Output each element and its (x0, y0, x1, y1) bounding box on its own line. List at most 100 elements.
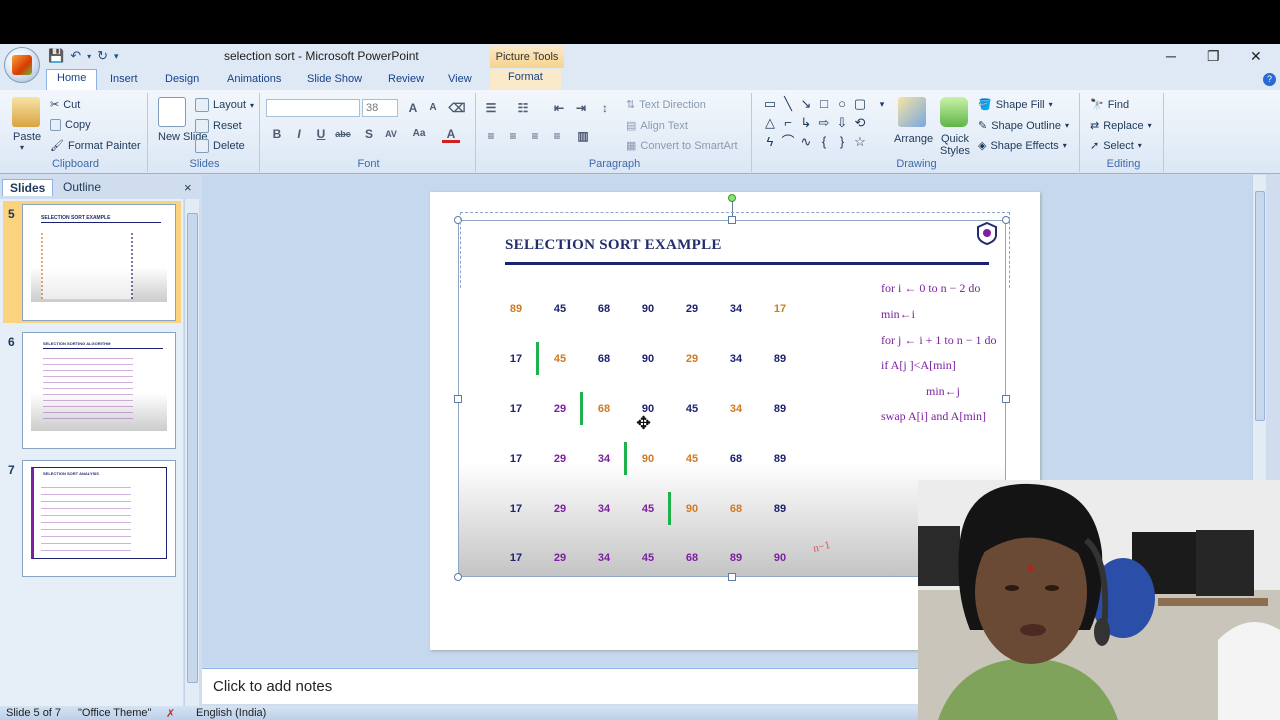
tab-review[interactable]: Review (388, 71, 424, 87)
minimize-button[interactable]: ─ (1166, 48, 1176, 64)
layout-button[interactable]: Layout ▾ (195, 98, 254, 112)
align-text-button[interactable]: ▤ Align Text (626, 119, 688, 133)
shape-outline-button[interactable]: ✎ Shape Outline ▾ (978, 119, 1069, 133)
strikethrough-button[interactable]: abc (334, 125, 352, 143)
bold-button[interactable]: B (268, 125, 286, 143)
resize-handle-w[interactable] (454, 395, 462, 403)
justify-icon[interactable]: ≡ (548, 127, 566, 145)
tab-design[interactable]: Design (165, 71, 199, 87)
increase-indent-icon[interactable]: ⇥ (572, 99, 590, 117)
shapes-more-icon[interactable]: ▾ (874, 96, 890, 112)
tab-home[interactable]: Home (46, 69, 98, 91)
convert-smartart-button[interactable]: ▦ Convert to SmartArt (626, 139, 738, 153)
office-button[interactable] (4, 47, 40, 83)
resize-handle-ne[interactable] (1002, 216, 1010, 224)
curve-shape-icon[interactable]: ∿ (798, 134, 814, 150)
format-painter-button[interactable]: 🖌 Format Painter (50, 139, 141, 153)
spell-check-icon[interactable]: ✗ (166, 707, 175, 720)
clear-format-icon[interactable]: ⌫ (448, 99, 466, 117)
thumbnail-scrollbar[interactable] (184, 199, 199, 708)
resize-handle-sw[interactable] (454, 573, 462, 581)
tab-outline[interactable]: Outline (56, 179, 108, 195)
cut-button[interactable]: ✂ Cut (50, 98, 81, 112)
help-icon[interactable]: ? (1263, 73, 1276, 86)
find-button[interactable]: 🔭 Find (1090, 98, 1129, 112)
line-shape-icon[interactable]: ╲ (780, 96, 796, 112)
textbox-shape-icon[interactable]: ▭ (762, 96, 778, 112)
decrease-indent-icon[interactable]: ⇤ (550, 99, 568, 117)
char-spacing-button[interactable]: AV (382, 125, 400, 143)
elbow-shape-icon[interactable]: ⌐ (780, 115, 796, 131)
save-icon[interactable]: 💾 (48, 48, 64, 64)
tab-view[interactable]: View (448, 71, 472, 87)
change-case-button[interactable]: Aa (410, 125, 428, 143)
dropdown-arrow-icon[interactable]: ▾ (87, 52, 91, 61)
left-brace-shape-icon[interactable]: { (816, 134, 832, 150)
align-right-icon[interactable]: ≡ (526, 127, 544, 145)
font-family-box[interactable] (266, 99, 360, 117)
tab-insert[interactable]: Insert (110, 71, 138, 87)
tab-animations[interactable]: Animations (227, 71, 281, 87)
star-shape-icon[interactable]: ☆ (852, 134, 868, 150)
rotate-handle[interactable] (728, 194, 736, 202)
paste-button[interactable]: Paste (13, 131, 41, 143)
delete-button[interactable]: Delete (195, 139, 245, 153)
rounded-rect-shape-icon[interactable]: ▢ (852, 96, 868, 112)
columns-icon[interactable]: ▥ (574, 127, 592, 145)
paste-dropdown-icon[interactable]: ▾ (20, 143, 24, 152)
elbow-arrow-shape-icon[interactable]: ↳ (798, 115, 814, 131)
shape-effects-button[interactable]: ◈ Shape Effects ▾ (978, 139, 1067, 153)
grow-font-button[interactable]: A (404, 99, 422, 117)
right-brace-shape-icon[interactable]: } (834, 134, 850, 150)
replace-button[interactable]: ⇄ Replace ▾ (1090, 119, 1152, 133)
resize-handle-s[interactable] (728, 573, 736, 581)
close-button[interactable]: ✕ (1250, 48, 1262, 65)
bullets-icon[interactable]: ☰ (482, 99, 500, 117)
down-arrow-shape-icon[interactable]: ⇩ (834, 115, 850, 131)
shape-fill-button[interactable]: 🪣 Shape Fill ▾ (978, 98, 1053, 112)
italic-button[interactable]: I (290, 125, 308, 143)
freeform-shape-icon[interactable]: ⟲ (852, 115, 868, 131)
tab-format[interactable]: Format (490, 69, 561, 90)
align-left-icon[interactable]: ≡ (482, 127, 500, 145)
select-button[interactable]: ➚ Select ▾ (1090, 139, 1142, 153)
numbering-icon[interactable]: ☷ (514, 99, 532, 117)
resize-handle-n[interactable] (728, 216, 736, 224)
slide-thumbnail-7[interactable]: SELECTION SORT ANALYSIS (22, 460, 176, 577)
underline-button[interactable]: U (312, 125, 330, 143)
tab-slides[interactable]: Slides (2, 179, 54, 196)
close-pane-icon[interactable]: × (184, 180, 192, 195)
shadow-button[interactable]: S (360, 125, 378, 143)
redo-icon[interactable]: ↻ (97, 48, 108, 64)
align-center-icon[interactable]: ≡ (504, 127, 522, 145)
language-indicator[interactable]: English (India) (196, 707, 266, 719)
arrange-button[interactable]: Arrange (894, 133, 933, 145)
reset-button[interactable]: Reset (195, 119, 242, 133)
slide-thumbnail-5[interactable]: SELECTION SORT EXAMPLE (22, 204, 176, 321)
line-spacing-icon[interactable]: ↕ (596, 99, 614, 117)
scroll-thumb[interactable] (187, 213, 198, 683)
theme-name[interactable]: "Office Theme" (78, 707, 151, 719)
oval-shape-icon[interactable]: ○ (834, 96, 850, 112)
cut-label: Cut (63, 98, 81, 111)
customize-qat-icon[interactable]: ▾ (114, 51, 119, 62)
copy-button[interactable]: Copy (50, 119, 91, 131)
slide-scroll-thumb[interactable] (1255, 191, 1265, 421)
right-arrow-shape-icon[interactable]: ⇨ (816, 115, 832, 131)
font-color-button[interactable]: A (442, 125, 460, 143)
shrink-font-button[interactable]: A (424, 99, 442, 117)
text-direction-button[interactable]: ⇅ Text Direction (626, 98, 706, 112)
rectangle-shape-icon[interactable]: □ (816, 96, 832, 112)
restore-button[interactable]: ❐ (1207, 48, 1220, 65)
font-size-box[interactable]: 38 (362, 99, 398, 117)
arc-shape-icon[interactable]: ⌒ (780, 134, 796, 150)
lightning-shape-icon[interactable]: ϟ (762, 134, 778, 150)
resize-handle-e[interactable] (1002, 395, 1010, 403)
arrow-line-shape-icon[interactable]: ↘ (798, 96, 814, 112)
quick-styles-button[interactable]: Quick Styles (934, 133, 976, 157)
tab-slide-show[interactable]: Slide Show (307, 71, 362, 87)
resize-handle-nw[interactable] (454, 216, 462, 224)
slide-thumbnail-6[interactable]: SELECTION SORTING ALGORITHM (22, 332, 176, 449)
undo-icon[interactable]: ↶ (70, 48, 81, 64)
triangle-shape-icon[interactable]: △ (762, 115, 778, 131)
